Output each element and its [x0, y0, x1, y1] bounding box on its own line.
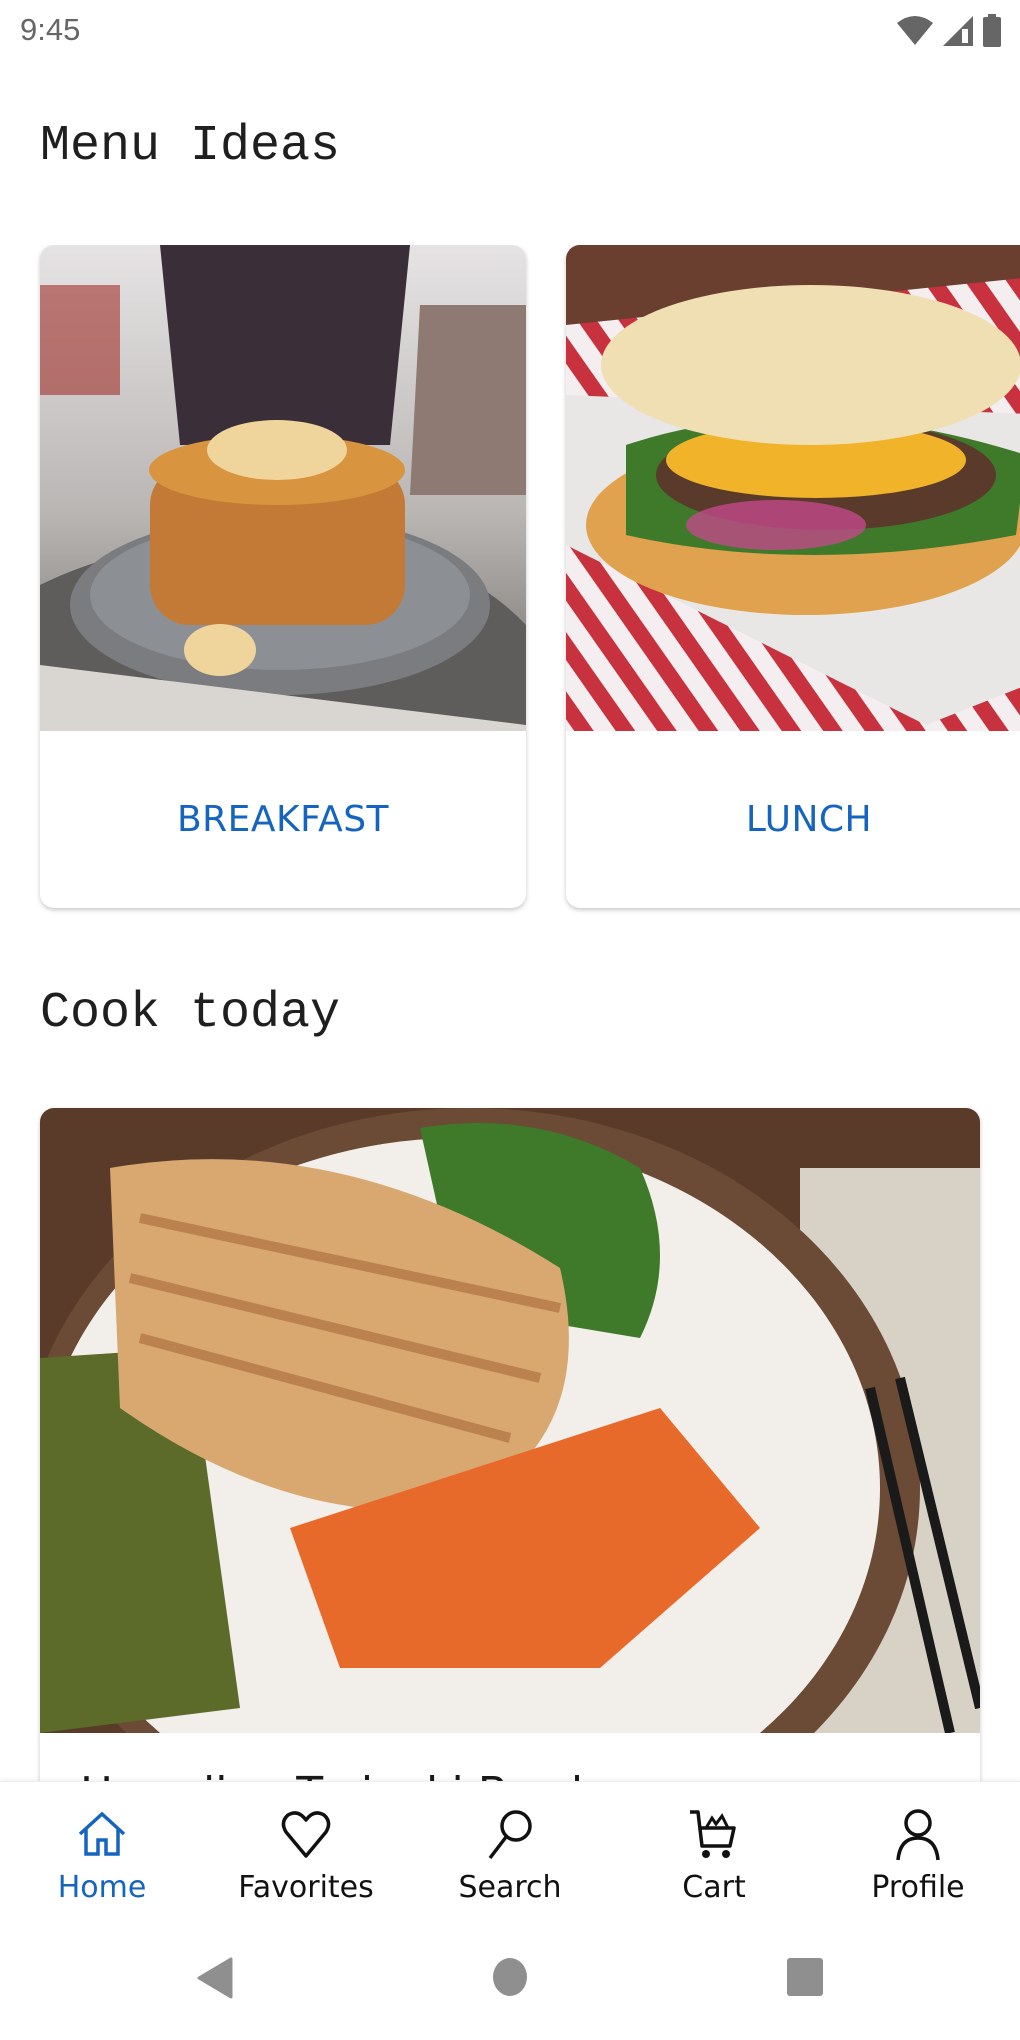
nav-item-cart[interactable]: Cart — [612, 1782, 816, 1911]
nav-label: Home — [57, 1870, 147, 1905]
teriyaki-chicken-bowl-photo — [40, 1108, 980, 1733]
menu-card-label: BREAKFAST — [176, 799, 390, 840]
nav-item-favorites[interactable]: Favorites — [204, 1782, 408, 1911]
recipe-card[interactable]: Hawaiian Teriyaki Bowl — [40, 1108, 980, 1868]
heart-icon — [281, 1811, 331, 1858]
menu-ideas-carousel[interactable]: BREAKFAST LUNCH — [0, 245, 1020, 925]
recents-button[interactable] — [786, 1957, 824, 1997]
status-bar: 9:45 — [0, 0, 1020, 60]
status-icons — [896, 14, 1002, 48]
wifi-icon — [897, 16, 933, 45]
home-button[interactable] — [492, 1957, 528, 1997]
profile-icon — [896, 1809, 940, 1861]
status-time: 9:45 — [20, 12, 81, 47]
nav-label: Search — [458, 1870, 562, 1905]
burger-photo — [566, 245, 1020, 731]
search-icon — [488, 1810, 532, 1860]
menu-card-lunch[interactable]: LUNCH — [566, 245, 1020, 908]
system-nav-bar — [0, 1911, 1020, 2040]
menu-card-breakfast[interactable]: BREAKFAST — [40, 245, 526, 908]
pancakes-photo — [40, 245, 526, 731]
home-icon — [78, 1811, 126, 1856]
nav-label: Profile — [871, 1870, 965, 1905]
nav-item-profile[interactable]: Profile — [816, 1782, 1020, 1911]
cellular-signal-icon — [943, 16, 973, 46]
nav-item-home[interactable]: Home — [0, 1782, 204, 1911]
nav-item-search[interactable]: Search — [408, 1782, 612, 1911]
cart-icon — [690, 1810, 736, 1858]
section-title-cook-today: Cook today — [40, 985, 341, 1042]
battery-icon — [983, 14, 1001, 47]
menu-card-label: LUNCH — [745, 799, 873, 840]
bottom-nav: Home Favorites Search Cart Profile — [0, 1781, 1020, 1911]
section-title-menu-ideas: Menu Ideas — [40, 118, 341, 175]
back-button[interactable] — [195, 1957, 235, 1999]
nav-label: Favorites — [238, 1870, 374, 1905]
nav-label: Cart — [682, 1870, 746, 1905]
